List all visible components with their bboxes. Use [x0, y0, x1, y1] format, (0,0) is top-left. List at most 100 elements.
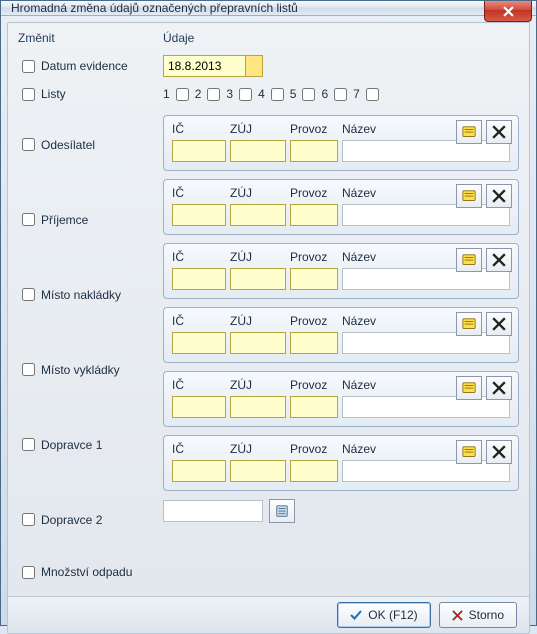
note-icon: [462, 253, 476, 267]
provoz-field-prijemce[interactable]: [290, 204, 338, 226]
hdr-nazev: Název: [342, 314, 510, 328]
date-evidence-field[interactable]: 18.8.2013: [163, 55, 263, 77]
hdr-zuj: ZÚJ: [230, 442, 290, 456]
clear-button-dopravce1[interactable]: [486, 376, 512, 400]
check-mnozstvi[interactable]: [22, 566, 35, 579]
check-listy[interactable]: [22, 88, 35, 101]
hdr-zuj: ZÚJ: [230, 122, 290, 136]
listy-check-5[interactable]: [302, 88, 315, 101]
clear-button-dopravce2[interactable]: [486, 440, 512, 464]
row-listy: Listy: [18, 81, 163, 107]
hdr-zuj: ZÚJ: [230, 314, 290, 328]
ic-field-dopravce2[interactable]: [172, 460, 226, 482]
listy-check-3[interactable]: [239, 88, 252, 101]
listy-num-2: 2: [195, 87, 202, 101]
check-datum-evidence[interactable]: [22, 60, 35, 73]
zuj-field-dopravce2[interactable]: [230, 460, 286, 482]
label-odesilatel: Odesílatel: [41, 138, 95, 152]
zuj-field-misto-nakladky[interactable]: [230, 268, 286, 290]
zuj-field-prijemce[interactable]: [230, 204, 286, 226]
hdr-provoz: Provoz: [290, 250, 342, 264]
party-block-misto-nakladky: IČ ZÚJ Provoz Název: [163, 243, 519, 299]
zuj-field-odesilatel[interactable]: [230, 140, 286, 162]
party-block-misto-vykladky: IČ ZÚJ Provoz Název: [163, 307, 519, 363]
zuj-field-misto-vykladky[interactable]: [230, 332, 286, 354]
mnozstvi-lookup-button[interactable]: [269, 499, 295, 523]
label-misto-vykladky: Místo vykládky: [41, 363, 120, 377]
provoz-field-misto-nakladky[interactable]: [290, 268, 338, 290]
listy-num-5: 5: [290, 87, 297, 101]
provoz-field-misto-vykladky[interactable]: [290, 332, 338, 354]
listy-num-1: 1: [163, 87, 170, 101]
hdr-zuj: ZÚJ: [230, 378, 290, 392]
listy-check-7[interactable]: [366, 88, 379, 101]
x-icon: [492, 125, 506, 139]
hdr-zuj: ZÚJ: [230, 186, 290, 200]
note-button-prijemce[interactable]: [456, 184, 482, 208]
listy-check-4[interactable]: [271, 88, 284, 101]
provoz-field-odesilatel[interactable]: [290, 140, 338, 162]
ok-button[interactable]: OK (F12): [337, 602, 430, 628]
x-icon: [492, 445, 506, 459]
section-title-zmenit: Změnit: [18, 31, 163, 45]
nazev-field-odesilatel[interactable]: [342, 140, 510, 162]
ic-field-odesilatel[interactable]: [172, 140, 226, 162]
ic-field-misto-nakladky[interactable]: [172, 268, 226, 290]
zuj-field-dopravce1[interactable]: [230, 396, 286, 418]
note-icon: [462, 189, 476, 203]
label-datum-evidence: Datum evidence: [41, 59, 128, 73]
clear-button-prijemce[interactable]: [486, 184, 512, 208]
check-odesilatel[interactable]: [22, 138, 35, 151]
check-misto-nakladky[interactable]: [22, 288, 35, 301]
mnozstvi-row: [163, 499, 519, 523]
ic-field-prijemce[interactable]: [172, 204, 226, 226]
party-block-dopravce1: IČ ZÚJ Provoz Název: [163, 371, 519, 427]
nazev-field-dopravce1[interactable]: [342, 396, 510, 418]
ic-field-dopravce1[interactable]: [172, 396, 226, 418]
label-misto-nakladky: Místo nakládky: [41, 288, 121, 302]
provoz-field-dopravce2[interactable]: [290, 460, 338, 482]
close-button[interactable]: [484, 1, 532, 22]
nazev-field-dopravce2[interactable]: [342, 460, 510, 482]
hdr-ic: IČ: [172, 122, 230, 136]
note-button-odesilatel[interactable]: [456, 120, 482, 144]
row-odesilatel: Odesílatel: [18, 107, 163, 182]
check-dopravce1[interactable]: [22, 438, 35, 451]
ic-field-misto-vykladky[interactable]: [172, 332, 226, 354]
provoz-field-dopravce1[interactable]: [290, 396, 338, 418]
mnozstvi-input[interactable]: [163, 500, 263, 522]
cancel-icon: [452, 610, 463, 621]
hdr-ic: IČ: [172, 314, 230, 328]
note-button-misto-nakladky[interactable]: [456, 248, 482, 272]
note-button-misto-vykladky[interactable]: [456, 312, 482, 336]
client-area: Změnit Datum evidence Listy Odesílatel: [7, 22, 530, 634]
x-icon: [492, 253, 506, 267]
check-prijemce[interactable]: [22, 213, 35, 226]
label-listy: Listy: [41, 87, 66, 101]
party-block-dopravce2: IČ ZÚJ Provoz Název: [163, 435, 519, 491]
storno-button[interactable]: Storno: [439, 602, 517, 628]
check-misto-vykladky[interactable]: [22, 363, 35, 376]
hdr-ic: IČ: [172, 250, 230, 264]
date-dropdown-button[interactable]: [245, 56, 262, 76]
x-icon: [492, 317, 506, 331]
hdr-nazev: Název: [342, 250, 510, 264]
nazev-field-misto-nakladky[interactable]: [342, 268, 510, 290]
clear-button-misto-vykladky[interactable]: [486, 312, 512, 336]
nazev-field-misto-vykladky[interactable]: [342, 332, 510, 354]
row-misto-vykladky: Místo vykládky: [18, 332, 163, 407]
date-row: 18.8.2013: [163, 51, 519, 81]
hdr-provoz: Provoz: [290, 442, 342, 456]
listy-check-2[interactable]: [207, 88, 220, 101]
nazev-field-prijemce[interactable]: [342, 204, 510, 226]
clear-button-odesilatel[interactable]: [486, 120, 512, 144]
listy-num-3: 3: [226, 87, 233, 101]
listy-check-6[interactable]: [334, 88, 347, 101]
clear-button-misto-nakladky[interactable]: [486, 248, 512, 272]
listy-check-1[interactable]: [176, 88, 189, 101]
note-icon: [462, 381, 476, 395]
hdr-nazev: Název: [342, 122, 510, 136]
note-button-dopravce2[interactable]: [456, 440, 482, 464]
check-dopravce2[interactable]: [22, 513, 35, 526]
note-button-dopravce1[interactable]: [456, 376, 482, 400]
